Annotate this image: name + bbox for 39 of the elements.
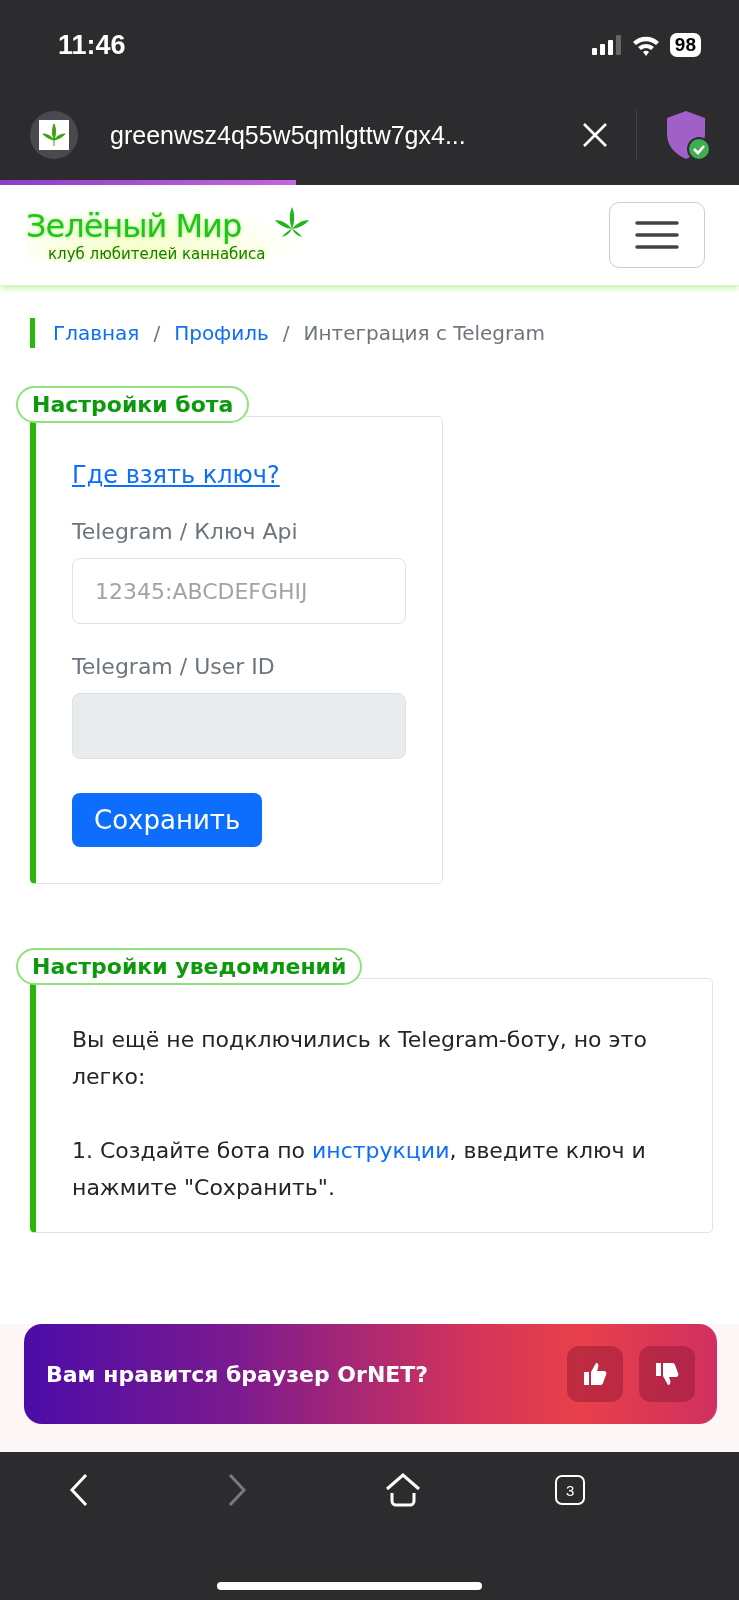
dislike-button[interactable]: [639, 1346, 695, 1402]
field-label: Telegram / User ID: [72, 654, 275, 679]
leaf-icon: [39, 120, 69, 150]
thumbs-down-icon: [654, 1361, 680, 1387]
breadcrumb-accent: [30, 318, 35, 348]
home-icon: [385, 1473, 422, 1507]
instructions-link[interactable]: инструкции: [312, 1138, 450, 1163]
logo-tagline: клуб любителей каннабиса: [48, 245, 266, 263]
clock-time: 11:46: [58, 29, 126, 60]
like-button[interactable]: [567, 1346, 623, 1402]
logo-title: Зелёный Мир: [26, 207, 242, 245]
tabs-button[interactable]: 3: [555, 1475, 586, 1505]
help-link[interactable]: Где взять ключ?: [72, 461, 280, 489]
breadcrumb-link[interactable]: Главная: [53, 321, 140, 345]
breadcrumb-separator: /: [153, 321, 161, 345]
wifi-icon: [631, 34, 660, 56]
leaf-icon: [273, 207, 310, 239]
battery-level: 98: [669, 33, 701, 57]
save-button[interactable]: Сохранить: [72, 793, 263, 847]
breadcrumb-link[interactable]: Профиль: [174, 321, 269, 345]
forward-icon: [227, 1473, 248, 1507]
instruction-text: 1. Создайте бота по инструкции, введите ключ и нажмите "Сохранить".: [72, 1137, 647, 1202]
breadcrumb-current: Интеграция с Telegram: [303, 321, 545, 345]
favicon-button[interactable]: [30, 111, 78, 159]
section-title: Настройки бота: [16, 386, 250, 423]
menu-button[interactable]: [609, 202, 705, 268]
rating-question: Вам нравится браузер OrNET?: [46, 1361, 429, 1387]
section-title: Настройки уведомлений: [16, 948, 363, 985]
info-text: Вы ещё не подключились к Telegram-боту, но это легко:: [72, 1026, 648, 1091]
close-icon[interactable]: [582, 122, 608, 148]
url-text[interactable]: greenwsz4q55w5qmlgttw7gx4...: [110, 120, 466, 150]
field-label: Telegram / Ключ Api: [72, 519, 298, 544]
signal-icon: [591, 35, 622, 55]
breadcrumb-separator: /: [282, 321, 290, 345]
thumbs-up-icon: [582, 1361, 608, 1387]
shield-check-icon[interactable]: [665, 109, 711, 161]
input-field[interactable]: 12345:ABCDEFGHIJ: [72, 558, 406, 624]
menu-icon: [634, 220, 680, 250]
back-icon: [69, 1473, 90, 1507]
